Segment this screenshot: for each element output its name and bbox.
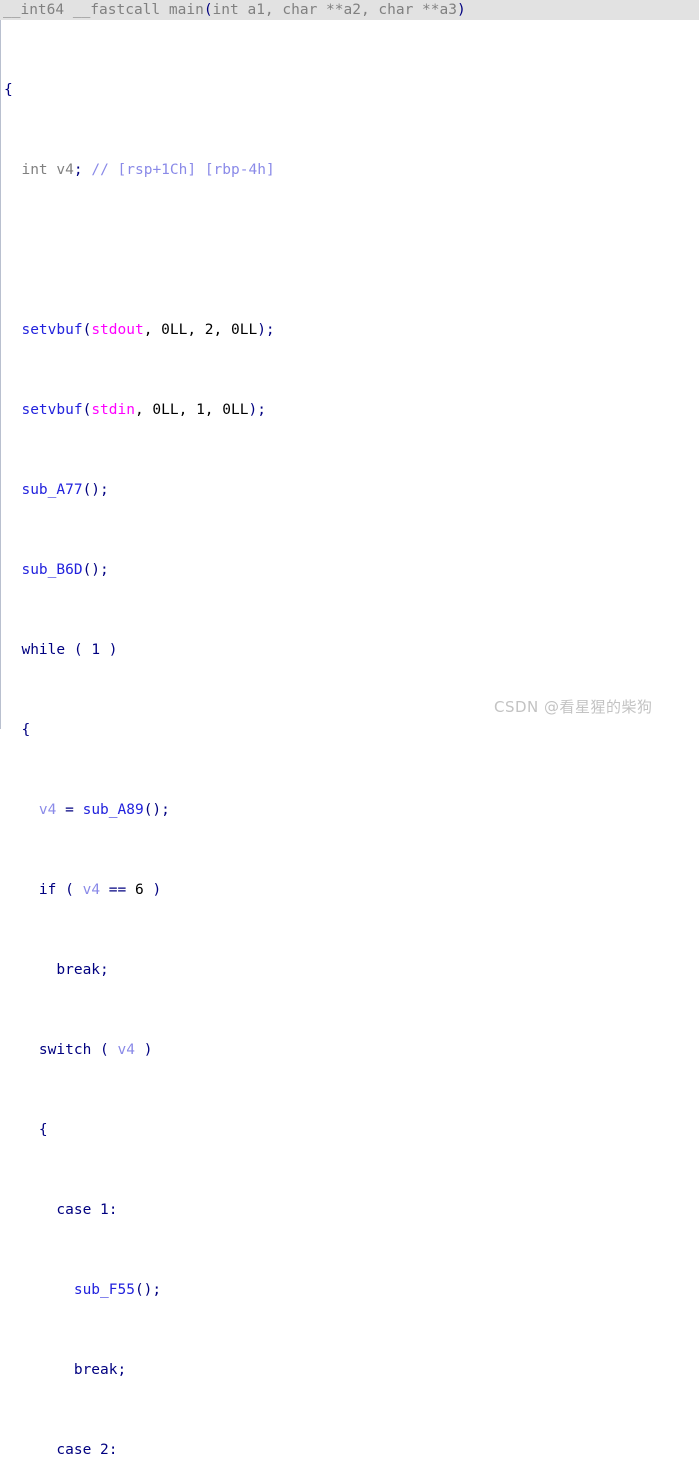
keyword-break: break: [56, 962, 101, 978]
code-line[interactable]: v4 = sub_A89();: [4, 800, 699, 820]
case-label-1: 1:: [91, 1202, 118, 1218]
code-line[interactable]: switch ( v4 ): [4, 1040, 699, 1060]
open-brace: {: [38, 1122, 48, 1138]
code-line[interactable]: {: [4, 720, 699, 740]
keyword-while: while: [21, 642, 66, 658]
stack-offset-comment: // [rsp+1Ch] [rbp-4h]: [91, 162, 275, 178]
code-line[interactable]: setvbuf(stdin, 0LL, 1, 0LL);: [4, 400, 699, 420]
signature-return-type: __int64: [3, 2, 65, 18]
signature-calling-convention: __fastcall: [72, 2, 161, 18]
global-stdout[interactable]: stdout: [91, 322, 143, 338]
operator-eq: ==: [100, 882, 135, 898]
keyword-case: case: [56, 1442, 92, 1458]
call-setvbuf-stdout[interactable]: setvbuf: [21, 322, 82, 338]
code-line[interactable]: if ( v4 == 6 ): [4, 880, 699, 900]
call-sub-f55[interactable]: sub_F55: [74, 1282, 135, 1298]
code-line[interactable]: setvbuf(stdout, 0LL, 2, 0LL);: [4, 320, 699, 340]
open-brace: {: [21, 722, 31, 738]
call-args: , 0LL, 1, 0LL: [134, 402, 249, 418]
code-line[interactable]: {: [4, 1120, 699, 1140]
code-line[interactable]: break;: [4, 1360, 699, 1380]
code-line[interactable]: sub_A77();: [4, 480, 699, 500]
signature-close-paren: ): [456, 2, 466, 18]
code-line[interactable]: sub_B6D();: [4, 560, 699, 580]
signature-open-paren: (: [203, 2, 213, 18]
semicolon: ;: [73, 162, 83, 178]
open-brace: {: [4, 82, 13, 98]
code-line[interactable]: break;: [4, 960, 699, 980]
keyword-case: case: [56, 1202, 92, 1218]
decl-name[interactable]: v4: [48, 162, 73, 178]
keyword-break: break: [73, 1362, 118, 1378]
call-args: , 0LL, 2, 0LL: [143, 322, 258, 338]
call-sub-a77[interactable]: sub_A77: [21, 482, 82, 498]
keyword-if: if: [38, 882, 57, 898]
local-var-v4[interactable]: v4: [118, 1042, 135, 1058]
csdn-watermark: CSDN @看星猩的柴狗: [494, 698, 653, 716]
code-line[interactable]: case 2:: [4, 1440, 699, 1458]
global-stdin[interactable]: stdin: [91, 402, 135, 418]
function-signature-bar[interactable]: __int64 __fastcall main(int a1, char **a…: [0, 0, 699, 20]
signature-params: int a1, char **a2, char **a3: [212, 2, 457, 18]
pseudocode-view[interactable]: __int64 __fastcall main(int a1, char **a…: [0, 0, 699, 1458]
call-setvbuf-stdin[interactable]: setvbuf: [21, 402, 82, 418]
decl-type: int: [21, 162, 48, 178]
code-body[interactable]: { int v4; // [rsp+1Ch] [rbp-4h] setvbuf(…: [0, 20, 699, 1458]
local-var-v4[interactable]: v4: [39, 802, 56, 818]
call-sub-b6d[interactable]: sub_B6D: [21, 562, 82, 578]
code-line[interactable]: sub_F55();: [4, 1280, 699, 1300]
case-label-2: 2:: [91, 1442, 118, 1458]
code-line[interactable]: int v4; // [rsp+1Ch] [rbp-4h]: [4, 160, 699, 180]
code-line[interactable]: {: [4, 80, 699, 100]
signature-function-name[interactable]: main: [169, 2, 204, 18]
while-condition: ( 1 ): [65, 642, 118, 658]
keyword-switch: switch: [38, 1042, 92, 1058]
local-var-v4[interactable]: v4: [83, 882, 100, 898]
code-line[interactable]: while ( 1 ): [4, 640, 699, 660]
literal-6: 6: [134, 882, 144, 898]
call-sub-a89[interactable]: sub_A89: [83, 802, 144, 818]
code-line[interactable]: case 1:: [4, 1200, 699, 1220]
